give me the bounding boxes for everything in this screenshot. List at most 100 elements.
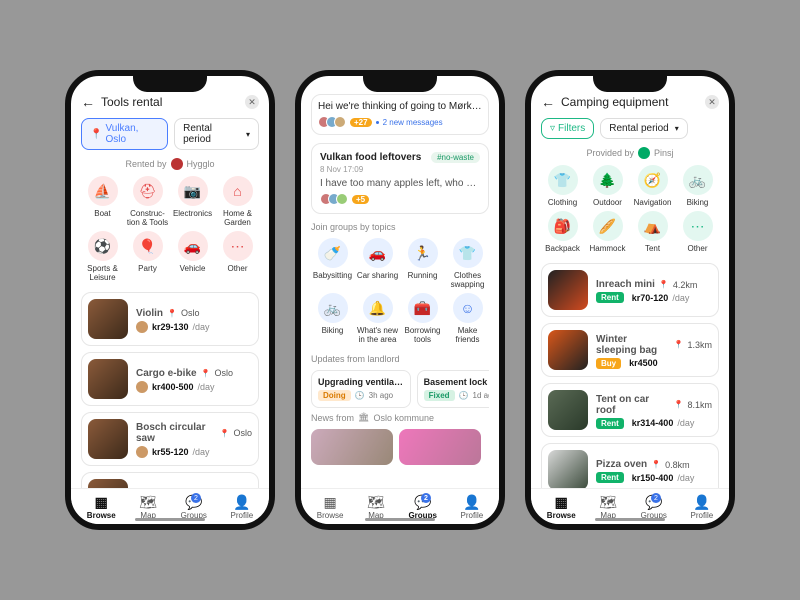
listing-distance: 4.2km bbox=[673, 280, 698, 290]
news-thumb[interactable] bbox=[311, 429, 393, 465]
category-hammock[interactable]: 🥖 Hammock bbox=[586, 211, 629, 253]
location-chip[interactable]: 📍Vulkan, Oslo bbox=[81, 118, 168, 150]
nav-browse[interactable]: ▦Browse bbox=[87, 495, 116, 520]
category-home-garden[interactable]: ⌂ Home & Garden bbox=[216, 176, 259, 227]
listing-title: Violin bbox=[136, 308, 163, 319]
landlord-update[interactable]: Basement lock br Fixed 🕒1d ago bbox=[417, 370, 489, 408]
nav-browse[interactable]: ▦Browse bbox=[547, 495, 576, 520]
topics-heading: Join groups by topics bbox=[311, 222, 489, 232]
category-label: Outdoor bbox=[593, 198, 622, 207]
period-chip[interactable]: Rental period bbox=[600, 118, 688, 139]
listing-thumb bbox=[88, 419, 128, 459]
topic-label: Babysitting bbox=[313, 271, 352, 280]
nav-groups[interactable]: 💬2Groups bbox=[181, 495, 207, 520]
category-other[interactable]: ⋯ Other bbox=[676, 211, 719, 253]
pin-icon: 📍 bbox=[220, 429, 230, 438]
category-icon: ⛵ bbox=[88, 176, 118, 206]
filters-chip[interactable]: ▿Filters bbox=[541, 118, 594, 139]
category-vehicle[interactable]: 🚗 Vehicle bbox=[171, 231, 214, 282]
listing-card[interactable]: Tent on car roof 📍 8.1km Rent kr314-400/… bbox=[541, 383, 719, 437]
avatar-stack bbox=[320, 193, 348, 205]
new-messages-link[interactable]: 2 new messages bbox=[383, 118, 443, 127]
back-button[interactable]: ← bbox=[81, 94, 95, 110]
update-time: 3h ago bbox=[369, 391, 393, 400]
owner-avatar bbox=[136, 446, 148, 458]
listing-price: kr314-400 bbox=[632, 418, 674, 428]
landlord-update[interactable]: Upgrading ventilation Doing 🕒3h ago bbox=[311, 370, 411, 408]
grid-icon: ▦ bbox=[555, 495, 568, 509]
category-navigation[interactable]: 🧭 Navigation bbox=[631, 165, 674, 207]
post-card[interactable]: Vulkan food leftovers #no-waste 8 Nov 17… bbox=[311, 143, 489, 214]
listing-card[interactable]: Inreach mini 📍 4.2km Rent kr70-120/day bbox=[541, 263, 719, 317]
listing-card[interactable]: Cargo e-bike 📍 Oslo kr400-500/day bbox=[81, 352, 259, 406]
listing-location: Oslo bbox=[233, 428, 252, 438]
news-thumb[interactable] bbox=[399, 429, 481, 465]
listing-thumb bbox=[88, 359, 128, 399]
nav-browse[interactable]: ▦Browse bbox=[317, 495, 344, 520]
nav-groups[interactable]: 💬2Groups bbox=[408, 495, 436, 520]
category-icon: 🎈 bbox=[133, 231, 163, 261]
listing-price: kr150-400 bbox=[632, 473, 674, 483]
map-icon: 🗺 bbox=[599, 495, 617, 509]
nav-profile[interactable]: 👤Profile bbox=[231, 495, 254, 520]
grid-icon: ▦ bbox=[95, 495, 108, 509]
period-chip[interactable]: Rental period bbox=[174, 118, 259, 150]
listing-card[interactable]: Kayak 📍 Oslo bbox=[81, 472, 259, 488]
category-party[interactable]: 🎈 Party bbox=[126, 231, 169, 282]
category-backpack[interactable]: 🎒 Backpack bbox=[541, 211, 584, 253]
map-icon: 🗺 bbox=[367, 495, 385, 509]
filter-icon: ▿ bbox=[550, 123, 555, 134]
clear-icon[interactable]: ✕ bbox=[705, 95, 719, 109]
nav-profile[interactable]: 👤Profile bbox=[461, 495, 484, 520]
category-clothing[interactable]: 👕 Clothing bbox=[541, 165, 584, 207]
topic-label: Make friends bbox=[446, 326, 489, 344]
clear-icon[interactable]: ✕ bbox=[245, 95, 259, 109]
category-biking[interactable]: 🚲 Biking bbox=[676, 165, 719, 207]
listing-title: Bosch circular saw bbox=[136, 422, 216, 444]
topic-what-s-new-in-the-area[interactable]: 🔔 What's new in the area bbox=[356, 293, 399, 344]
avatar-icon: 👤 bbox=[693, 495, 710, 509]
topic-biking[interactable]: 🚲 Biking bbox=[311, 293, 354, 344]
category-boat[interactable]: ⛵ Boat bbox=[81, 176, 124, 227]
category-label: Tent bbox=[645, 244, 660, 253]
category-icon: ⛑ bbox=[133, 176, 163, 206]
topic-icon: ☺ bbox=[453, 293, 483, 323]
topic-make-friends[interactable]: ☺ Make friends bbox=[446, 293, 489, 344]
topic-label: Clothes swapping bbox=[446, 271, 489, 289]
listing-card[interactable]: Violin 📍 Oslo kr29-130/day bbox=[81, 292, 259, 346]
category-label: Navigation bbox=[634, 198, 672, 207]
peek-message[interactable]: Hei we're thinking of going to Mørkgo… bbox=[318, 101, 482, 112]
category-construc-tion-tools[interactable]: ⛑ Construc­tion & Tools bbox=[126, 176, 169, 227]
topic-icon: 🚲 bbox=[318, 293, 348, 323]
listing-location: Oslo bbox=[181, 308, 200, 318]
notch bbox=[363, 76, 437, 92]
landlord-heading: Updates from landlord bbox=[311, 354, 489, 364]
category-electronics[interactable]: 📷 Electronics bbox=[171, 176, 214, 227]
topic-car-sharing[interactable]: 🚗 Car sharing bbox=[356, 238, 399, 289]
category-sports-leisure[interactable]: ⚽ Sports & Leisure bbox=[81, 231, 124, 282]
listing-title: Inreach mini bbox=[596, 279, 655, 290]
listing-card[interactable]: Bosch circular saw 📍 Oslo kr55-120/day bbox=[81, 412, 259, 466]
nav-map[interactable]: 🗺Map bbox=[599, 495, 617, 520]
nav-groups[interactable]: 💬2Groups bbox=[641, 495, 667, 520]
page-title: Camping equipment bbox=[561, 95, 699, 109]
topic-babysitting[interactable]: 🍼 Babysitting bbox=[311, 238, 354, 289]
listing-tag: Rent bbox=[596, 292, 624, 303]
category-other[interactable]: ⋯ Other bbox=[216, 231, 259, 282]
back-button[interactable]: ← bbox=[541, 94, 555, 110]
listing-card[interactable]: Pizza oven 📍 0.8km Rent kr150-400/day bbox=[541, 443, 719, 488]
listing-distance: 0.8km bbox=[665, 460, 690, 470]
nav-map[interactable]: 🗺Map bbox=[367, 495, 385, 520]
listing-thumb bbox=[548, 330, 588, 370]
topic-clothes-swapping[interactable]: 👕 Clothes swapping bbox=[446, 238, 489, 289]
listing-thumb bbox=[88, 479, 128, 488]
listing-thumb bbox=[548, 270, 588, 310]
category-outdoor[interactable]: 🌲 Outdoor bbox=[586, 165, 629, 207]
topic-borrowing-tools[interactable]: 🧰 Borrowing tools bbox=[401, 293, 444, 344]
category-tent[interactable]: ⛺ Tent bbox=[631, 211, 674, 253]
topic-running[interactable]: 🏃 Running bbox=[401, 238, 444, 289]
nav-profile[interactable]: 👤Profile bbox=[691, 495, 714, 520]
listing-card[interactable]: Winter sleeping bag 📍 1.3km Buy kr4500 bbox=[541, 323, 719, 377]
nav-map[interactable]: 🗺Map bbox=[139, 495, 157, 520]
topic-label: Biking bbox=[322, 326, 344, 335]
